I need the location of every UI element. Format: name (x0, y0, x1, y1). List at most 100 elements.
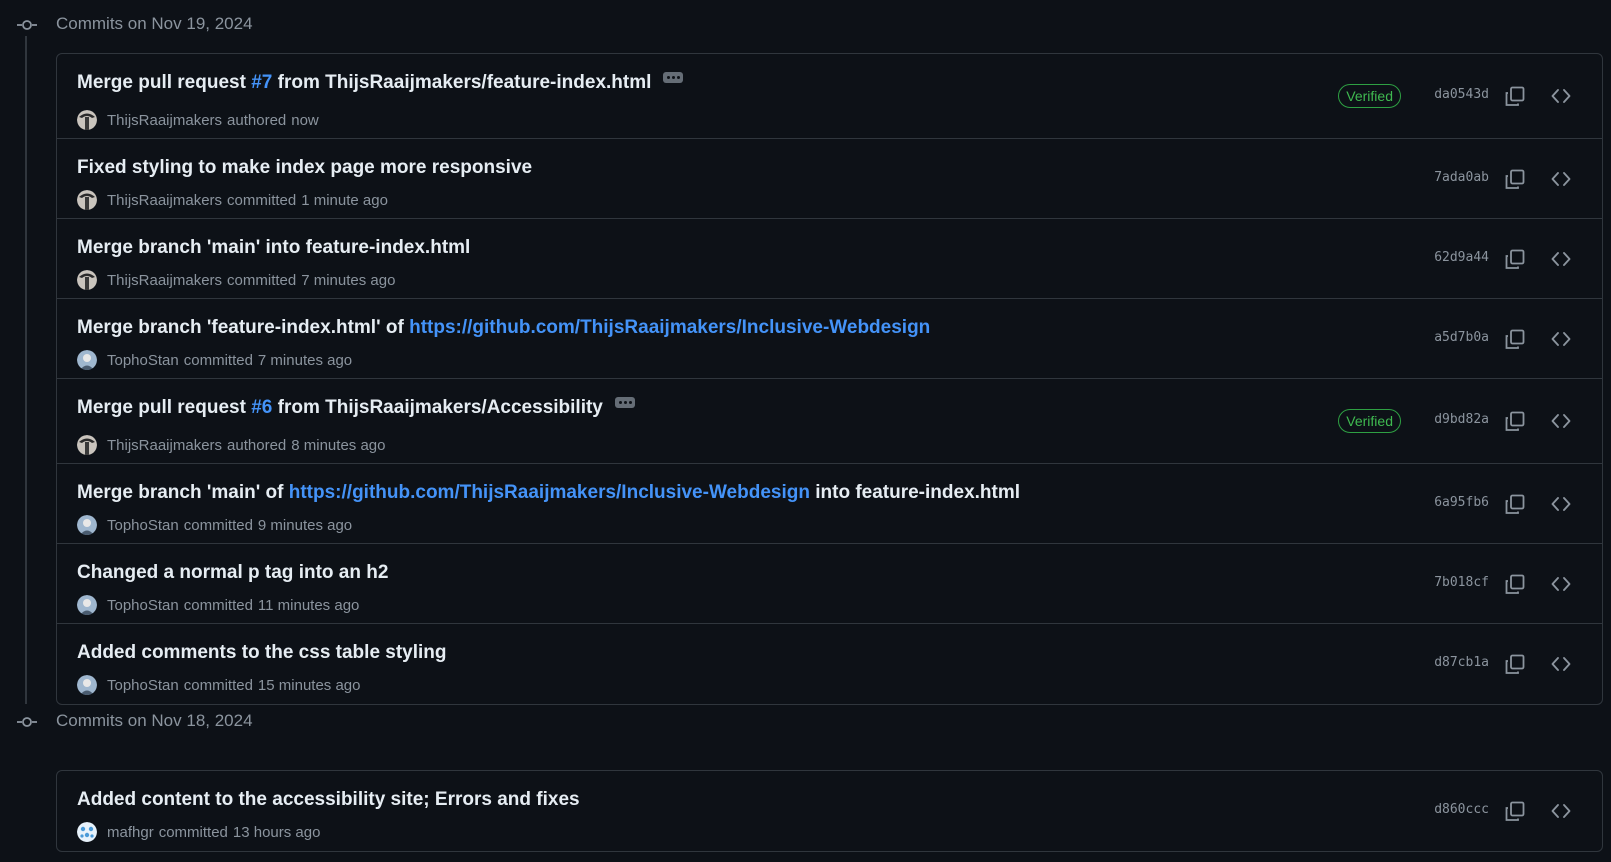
author-link[interactable]: TophoStan (107, 677, 179, 694)
commit-title[interactable]: Merge branch 'feature-index.html' of htt… (77, 317, 930, 339)
commit-title-text[interactable]: Added comments to the css table styling (77, 642, 447, 664)
avatar[interactable] (77, 110, 97, 130)
commit-sha-link[interactable]: da0543d (1434, 87, 1489, 102)
copy-icon[interactable] (1504, 328, 1526, 350)
code-icon[interactable] (1550, 248, 1572, 270)
commit-sha-link[interactable]: 7ada0ab (1434, 170, 1489, 185)
verified-badge[interactable]: Verified (1338, 84, 1401, 108)
avatar[interactable] (77, 595, 97, 615)
commit-time: 15 minutes ago (257, 676, 361, 694)
commit-sha-link[interactable]: 6a95fb6 (1434, 495, 1489, 510)
commit-title-text[interactable]: Merge pull request (77, 397, 251, 419)
commit-title-link[interactable]: #7 (251, 72, 272, 94)
commit-history: Commits on Nov 19, 2024 Merge pull reque… (0, 0, 1611, 862)
commit-row: Added content to the accessibility site;… (57, 771, 1602, 851)
commit-title-text[interactable]: Merge branch 'feature-index.html' of (77, 317, 409, 339)
commit-verb: committed (183, 596, 253, 614)
copy-icon[interactable] (1504, 85, 1526, 107)
code-icon[interactable] (1550, 328, 1572, 350)
commit-meta: ThijsRaaijmakers committed 7 minutes ago (77, 270, 395, 290)
author-link[interactable]: ThijsRaaijmakers (107, 272, 222, 289)
commit-verb: committed (227, 271, 297, 289)
avatar[interactable] (77, 190, 97, 210)
commit-meta: ThijsRaaijmakers authored now (77, 110, 319, 130)
author-link[interactable]: ThijsRaaijmakers (107, 192, 222, 209)
author-link[interactable]: TophoStan (107, 597, 179, 614)
commit-verb: committed (183, 676, 253, 694)
commit-title-text[interactable]: Merge pull request (77, 72, 251, 94)
commit-time: 8 minutes ago (291, 436, 386, 454)
copy-icon[interactable] (1504, 168, 1526, 190)
copy-icon[interactable] (1504, 573, 1526, 595)
commit-title[interactable]: Merge branch 'main' of https://github.co… (77, 482, 1020, 504)
commit-title-text[interactable]: Changed a normal p tag into an h2 (77, 562, 388, 584)
commit-row: Fixed styling to make index page more re… (57, 139, 1602, 219)
copy-icon[interactable] (1504, 410, 1526, 432)
commit-sha-link[interactable]: d9bd82a (1434, 412, 1489, 427)
ellipsis-icon[interactable] (614, 396, 635, 408)
commit-title-text[interactable]: Merge branch 'main' into feature-index.h… (77, 237, 470, 259)
commit-group-list: Added content to the accessibility site;… (56, 770, 1603, 852)
commit-row: Merge branch 'feature-index.html' of htt… (57, 299, 1602, 379)
avatar[interactable] (77, 822, 97, 842)
commit-row: Merge branch 'main' into feature-index.h… (57, 219, 1602, 299)
author-link[interactable]: ThijsRaaijmakers (107, 112, 222, 129)
commit-meta: TophoStan committed 9 minutes ago (77, 515, 352, 535)
code-icon[interactable] (1550, 493, 1572, 515)
copy-icon[interactable] (1504, 653, 1526, 675)
author-link[interactable]: TophoStan (107, 352, 179, 369)
copy-icon[interactable] (1504, 493, 1526, 515)
commit-title[interactable]: Merge branch 'main' into feature-index.h… (77, 237, 470, 259)
avatar[interactable] (77, 270, 97, 290)
git-commit-icon (17, 20, 37, 30)
verified-badge[interactable]: Verified (1338, 409, 1401, 433)
code-icon[interactable] (1550, 653, 1572, 675)
commit-title-text[interactable]: into feature-index.html (810, 482, 1020, 504)
commit-title[interactable]: Merge pull request #6 from ThijsRaaijmak… (77, 396, 635, 419)
commit-time: 11 minutes ago (257, 596, 360, 614)
commit-verb: authored (227, 436, 287, 454)
commit-sha-link[interactable]: d860ccc (1434, 802, 1489, 817)
commit-row: Merge pull request #7 from ThijsRaaijmak… (57, 54, 1602, 139)
commit-title-link[interactable]: #6 (251, 397, 272, 419)
avatar[interactable] (77, 515, 97, 535)
avatar[interactable] (77, 675, 97, 695)
commit-row: Added comments to the css table styling T… (57, 624, 1602, 704)
author-link[interactable]: ThijsRaaijmakers (107, 437, 222, 454)
code-icon[interactable] (1550, 573, 1572, 595)
commit-sha-link[interactable]: a5d7b0a (1434, 330, 1489, 345)
avatar[interactable] (77, 350, 97, 370)
commit-title[interactable]: Changed a normal p tag into an h2 (77, 562, 388, 584)
commit-group-list: Merge pull request #7 from ThijsRaaijmak… (56, 53, 1603, 705)
commit-sha-link[interactable]: 62d9a44 (1434, 250, 1489, 265)
avatar[interactable] (77, 435, 97, 455)
commit-group-title: Commits on Nov 18, 2024 (56, 711, 253, 730)
commit-meta: TophoStan committed 7 minutes ago (77, 350, 352, 370)
author-link[interactable]: mafhgr (107, 824, 154, 841)
code-icon[interactable] (1550, 85, 1572, 107)
commit-title[interactable]: Added content to the accessibility site;… (77, 789, 580, 811)
ellipsis-icon[interactable] (663, 71, 684, 83)
commit-sha-link[interactable]: d87cb1a (1434, 655, 1489, 670)
commit-sha-link[interactable]: 7b018cf (1434, 575, 1489, 590)
code-icon[interactable] (1550, 410, 1572, 432)
commit-title-text[interactable]: from ThijsRaaijmakers/feature-index.html (272, 72, 652, 94)
commit-row: Merge branch 'main' of https://github.co… (57, 464, 1602, 544)
commit-title-text[interactable]: Fixed styling to make index page more re… (77, 157, 532, 179)
commit-title[interactable]: Added comments to the css table styling (77, 642, 447, 664)
commit-title-text[interactable]: Merge branch 'main' of (77, 482, 289, 504)
code-icon[interactable] (1550, 800, 1572, 822)
author-link[interactable]: TophoStan (107, 517, 179, 534)
commit-time: 13 hours ago (232, 823, 321, 841)
commit-verb: committed (158, 823, 228, 841)
commit-time: 7 minutes ago (301, 271, 396, 289)
commit-title-link[interactable]: https://github.com/ThijsRaaijmakers/Incl… (289, 482, 810, 504)
copy-icon[interactable] (1504, 248, 1526, 270)
commit-title-text[interactable]: from ThijsRaaijmakers/Accessibility (272, 397, 603, 419)
commit-title-link[interactable]: https://github.com/ThijsRaaijmakers/Incl… (409, 317, 930, 339)
commit-title[interactable]: Merge pull request #7 from ThijsRaaijmak… (77, 71, 684, 94)
code-icon[interactable] (1550, 168, 1572, 190)
copy-icon[interactable] (1504, 800, 1526, 822)
commit-title-text[interactable]: Added content to the accessibility site;… (77, 789, 580, 811)
commit-title[interactable]: Fixed styling to make index page more re… (77, 157, 532, 179)
